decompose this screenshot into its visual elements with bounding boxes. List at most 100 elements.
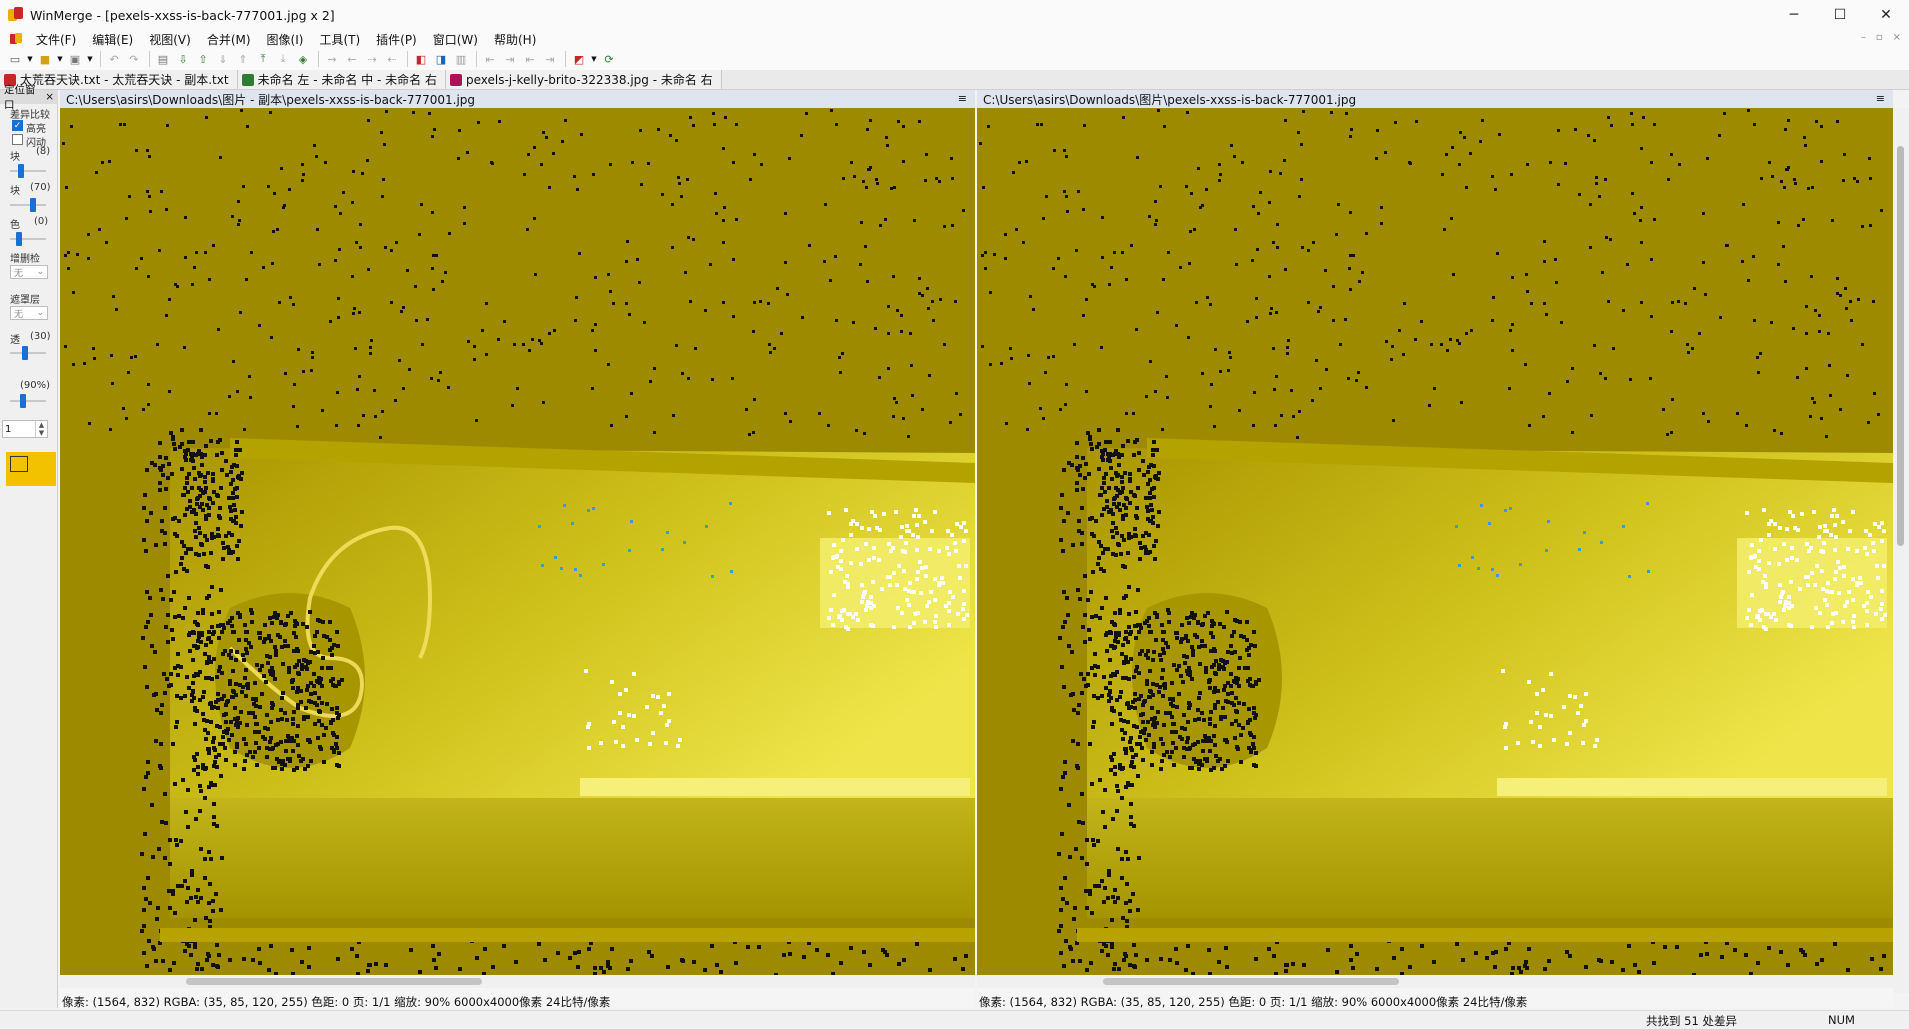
zoom-slider[interactable] — [10, 394, 46, 408]
next-file-icon[interactable]: ⇥ — [501, 50, 519, 68]
noise-pixel — [149, 210, 152, 213]
dropdown-arrow-icon[interactable]: ▼ — [26, 50, 34, 68]
noise-pixel — [1272, 347, 1275, 350]
slider-thumb[interactable] — [22, 346, 28, 360]
block-threshold-slider[interactable] — [10, 198, 46, 212]
prev-diff-icon[interactable]: ⇧ — [194, 50, 212, 68]
left-horizontal-scrollbar[interactable] — [60, 975, 975, 988]
pane-menu-icon[interactable]: ≡ — [958, 92, 967, 105]
mdi-minimize-button[interactable]: – — [1861, 32, 1866, 43]
first-file-icon[interactable]: ⇤ — [521, 50, 539, 68]
diff-color-swatch[interactable] — [6, 452, 56, 486]
mdi-restore-button[interactable]: ▫ — [1876, 32, 1883, 43]
transparency-value: (30) — [30, 331, 51, 342]
noise-pixel — [1269, 312, 1272, 315]
noise-pixel — [1201, 749, 1205, 753]
noise-pixel — [335, 711, 339, 715]
dropdown-arrow-icon[interactable]: ▼ — [86, 50, 94, 68]
noise-pixel — [1214, 348, 1217, 351]
noise-pixel — [1141, 712, 1145, 716]
color-options-icon[interactable]: ◩ — [570, 50, 588, 68]
pane-menu-icon[interactable]: ≡ — [1876, 92, 1885, 105]
all-left-icon[interactable]: ◨ — [432, 50, 450, 68]
mdi-close-button[interactable]: × — [1893, 32, 1901, 43]
noise-pixel — [1459, 131, 1462, 134]
menu-help[interactable]: 帮助(H) — [486, 31, 544, 48]
noise-pixel — [337, 316, 340, 319]
menu-view[interactable]: 视图(V) — [141, 31, 199, 48]
slider-thumb[interactable] — [16, 232, 22, 246]
noise-pixel — [1843, 153, 1846, 156]
noise-pixel — [962, 602, 966, 606]
noise-pixel — [301, 179, 304, 182]
menu-window[interactable]: 窗口(W) — [425, 31, 486, 48]
menu-plugins[interactable]: 插件(P) — [368, 31, 425, 48]
noise-pixel — [1230, 634, 1234, 638]
noise-pixel — [1409, 162, 1412, 165]
tab-three-way[interactable]: 未命名 左 - 未命名 中 - 未命名 右 — [237, 70, 446, 89]
new-document-icon[interactable]: ▭ — [6, 50, 24, 68]
last-diff-icon[interactable]: ⤓ — [274, 50, 292, 68]
noise-pixel — [153, 650, 157, 654]
refresh-icon[interactable]: ⟳ — [600, 50, 618, 68]
vertical-scrollbar[interactable] — [1893, 108, 1909, 993]
slider-thumb[interactable] — [30, 198, 36, 212]
tab-image-compare[interactable]: pexels-j-kelly-brito-322338.jpg - 未命名 右 — [445, 70, 722, 89]
slider-thumb[interactable] — [20, 394, 26, 408]
copy-left-icon[interactable]: ← — [343, 50, 361, 68]
save-icon[interactable]: ▣ — [66, 50, 84, 68]
noise-pixel — [1415, 120, 1418, 123]
refresh-compare-icon[interactable]: ▤ — [154, 50, 172, 68]
copy-right-icon[interactable]: → — [323, 50, 341, 68]
prev-conflict-icon[interactable]: ⇑ — [234, 50, 252, 68]
open-folder-icon[interactable]: ■ — [36, 50, 54, 68]
maximize-button[interactable]: ☐ — [1817, 0, 1863, 30]
insertion-deletion-select[interactable]: 无 ⌄ — [10, 265, 48, 279]
compare-split-icon[interactable]: ▥ — [452, 50, 470, 68]
noise-pixel — [1148, 478, 1152, 482]
noise-pixel — [1174, 730, 1178, 734]
noise-pixel — [394, 399, 397, 402]
color-distance-slider[interactable] — [10, 232, 46, 246]
overlay-select[interactable]: 无 ⌄ — [10, 306, 48, 320]
prev-file-icon[interactable]: ⇤ — [481, 50, 499, 68]
menu-image[interactable]: 图像(I) — [259, 31, 312, 48]
right-image-view[interactable] — [977, 108, 1893, 975]
copy-left-advance-icon[interactable]: ⇠ — [383, 50, 401, 68]
scrollbar-thumb[interactable] — [186, 978, 482, 985]
first-diff-icon[interactable]: ⤒ — [254, 50, 272, 68]
location-pane: 定位窗口 × 差异比较 ✓ 高亮 闪动 块 (8) 块 (70) 色 (0) 增… — [0, 84, 58, 1008]
undo-icon[interactable]: ↶ — [105, 50, 123, 68]
spinner-arrows-icon[interactable]: ▲ ▼ — [35, 421, 47, 437]
highlight-checkbox[interactable]: ✓ — [12, 120, 23, 131]
copy-right-advance-icon[interactable]: ⇢ — [363, 50, 381, 68]
menu-edit[interactable]: 编辑(E) — [84, 31, 141, 48]
slider-thumb[interactable] — [18, 164, 24, 178]
noise-pixel — [187, 596, 191, 600]
blink-checkbox[interactable] — [12, 134, 23, 145]
left-image-view[interactable] — [60, 108, 975, 975]
winmerge-app-icon[interactable] — [8, 7, 24, 23]
redo-icon[interactable]: ↷ — [125, 50, 143, 68]
scrollbar-thumb[interactable] — [1103, 978, 1399, 985]
transparency-slider[interactable] — [10, 346, 46, 360]
noise-pixel — [1230, 691, 1234, 695]
dropdown-arrow-icon[interactable]: ▼ — [56, 50, 64, 68]
next-conflict-icon[interactable]: ⇓ — [214, 50, 232, 68]
current-diff-icon[interactable]: ◈ — [294, 50, 312, 68]
last-file-icon[interactable]: ⇥ — [541, 50, 559, 68]
menu-tools[interactable]: 工具(T) — [311, 31, 368, 48]
menu-merge[interactable]: 合并(M) — [199, 31, 259, 48]
right-horizontal-scrollbar[interactable] — [977, 975, 1893, 988]
next-diff-icon[interactable]: ⇩ — [174, 50, 192, 68]
close-pane-icon[interactable]: × — [45, 91, 54, 103]
dropdown-arrow-icon[interactable]: ▼ — [590, 50, 598, 68]
all-right-icon[interactable]: ◧ — [412, 50, 430, 68]
block-size-slider[interactable] — [10, 164, 46, 178]
menu-file[interactable]: 文件(F) — [28, 31, 84, 48]
document-menu-icon[interactable] — [10, 33, 24, 45]
page-spinner[interactable]: 1 ▲ ▼ — [2, 420, 48, 438]
close-button[interactable]: ✕ — [1863, 0, 1909, 30]
scrollbar-thumb[interactable] — [1897, 146, 1904, 546]
minimize-button[interactable]: ─ — [1771, 0, 1817, 30]
